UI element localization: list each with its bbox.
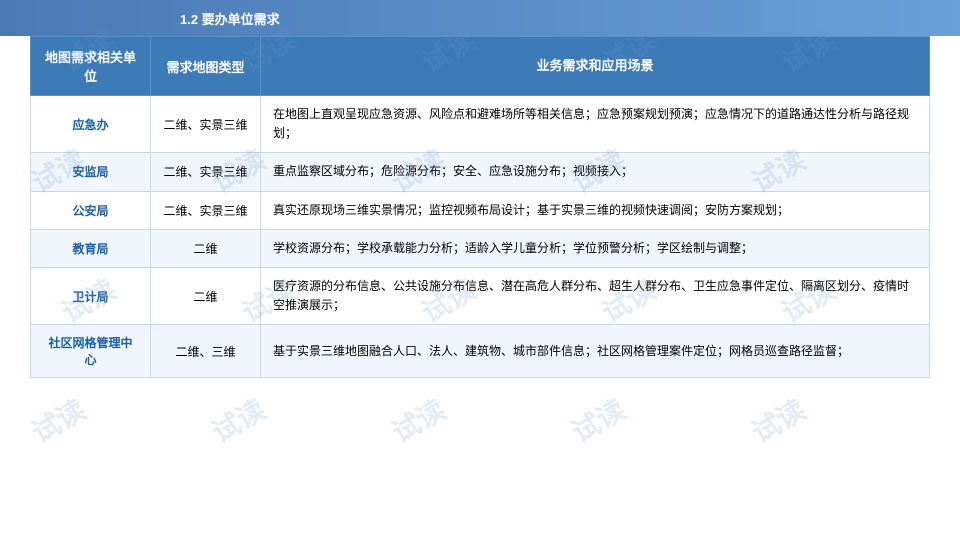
cell-unit: 卫计局: [31, 267, 151, 324]
col-header-type: 需求地图类型: [151, 37, 261, 96]
cell-unit: 社区网格管理中心: [31, 325, 151, 378]
cell-desc: 在地图上直观呈现应急资源、风险点和避难场所等相关信息；应急预案规划预演；应急情况…: [261, 96, 930, 153]
cell-unit: 教育局: [31, 229, 151, 267]
cell-type: 二维、实景三维: [151, 191, 261, 229]
table-row: 安监局二维、实景三维重点监察区域分布；危险源分布；安全、应急设施分布；视频接入；: [31, 153, 930, 191]
header-title: 1.2 要办单位需求: [180, 9, 280, 28]
header-bar: 1.2 要办单位需求: [0, 0, 960, 36]
cell-desc: 基于实景三维地图融合人口、法人、建筑物、城市部件信息；社区网格管理案件定位；网格…: [261, 325, 930, 378]
cell-unit: 应急办: [31, 96, 151, 153]
cell-unit: 公安局: [31, 191, 151, 229]
col-header-unit: 地图需求相关单位: [31, 37, 151, 96]
table-row: 教育局二维学校资源分布；学校承载能力分析；适龄入学儿童分析；学位预警分析；学区绘…: [31, 229, 930, 267]
col-header-desc: 业务需求和应用场景: [261, 37, 930, 96]
table-row: 公安局二维、实景三维真实还原现场三维实景情况；监控视频布局设计；基于实景三维的视…: [31, 191, 930, 229]
cell-type: 二维、实景三维: [151, 96, 261, 153]
table-row: 应急办二维、实景三维在地图上直观呈现应急资源、风险点和避难场所等相关信息；应急预…: [31, 96, 930, 153]
cell-desc: 真实还原现场三维实景情况；监控视频布局设计；基于实景三维的视频快速调阅；安防方案…: [261, 191, 930, 229]
table-row: 社区网格管理中心二维、三维基于实景三维地图融合人口、法人、建筑物、城市部件信息；…: [31, 325, 930, 378]
cell-type: 二维: [151, 229, 261, 267]
cell-type: 二维、三维: [151, 325, 261, 378]
cell-type: 二维、实景三维: [151, 153, 261, 191]
page: 1.2 要办单位需求 地图需求相关单位 需求地图类型 业务需求和应用场景 应急办…: [0, 0, 960, 540]
cell-unit: 安监局: [31, 153, 151, 191]
cell-desc: 医疗资源的分布信息、公共设施分布信息、潜在高危人群分布、超生人群分布、卫生应急事…: [261, 267, 930, 324]
cell-type: 二维: [151, 267, 261, 324]
cell-desc: 学校资源分布；学校承载能力分析；适龄入学儿童分析；学位预警分析；学区绘制与调整；: [261, 229, 930, 267]
cell-desc: 重点监察区域分布；危险源分布；安全、应急设施分布；视频接入；: [261, 153, 930, 191]
table-row: 卫计局二维医疗资源的分布信息、公共设施分布信息、潜在高危人群分布、超生人群分布、…: [31, 267, 930, 324]
table-wrapper: 地图需求相关单位 需求地图类型 业务需求和应用场景 应急办二维、实景三维在地图上…: [0, 36, 960, 398]
main-table: 地图需求相关单位 需求地图类型 业务需求和应用场景 应急办二维、实景三维在地图上…: [30, 36, 930, 378]
table-header-row: 地图需求相关单位 需求地图类型 业务需求和应用场景: [31, 37, 930, 96]
